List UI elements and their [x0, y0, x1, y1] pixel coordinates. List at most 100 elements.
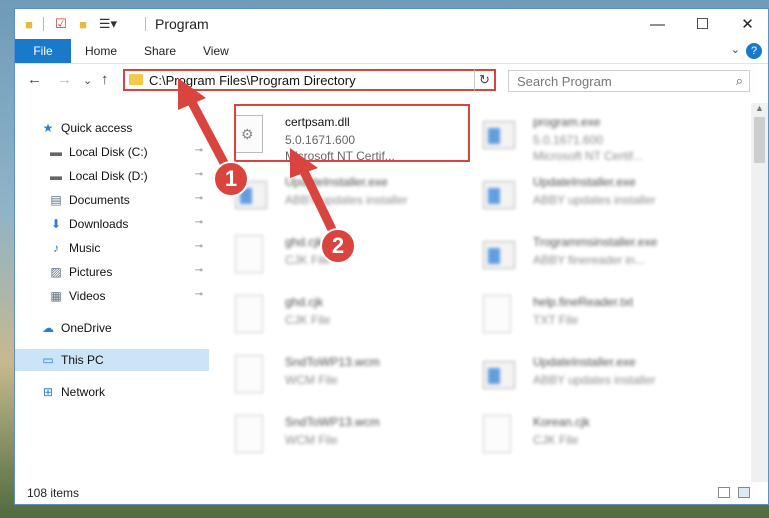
- documents-icon: ▤: [50, 193, 62, 207]
- step-marker-two: 2: [320, 228, 356, 264]
- file-item[interactable]: help.fineReader.txt TXT File: [471, 289, 711, 347]
- new-folder-icon[interactable]: ■: [75, 16, 91, 32]
- sidebar-item[interactable]: ★ Quick access: [15, 117, 209, 139]
- sidebar-item-label: Music: [69, 241, 101, 255]
- file-item[interactable]: Trogrammsinstaller.exe ABBY finereader in…: [471, 229, 711, 287]
- file-item[interactable]: SndToWP13.wcm WCM File: [223, 409, 463, 467]
- download-icon: ⬇: [50, 217, 62, 231]
- pin-icon: ⊸: [194, 265, 203, 276]
- sidebar-item-label: Videos: [69, 289, 106, 303]
- cloud-icon: ☁: [42, 321, 54, 335]
- sidebar-item-label: Local Disk (D:): [69, 169, 148, 183]
- sidebar-item[interactable]: ▤ Documents ⊸: [15, 189, 209, 211]
- minimize-button[interactable]: —: [635, 9, 680, 39]
- tab-view[interactable]: View: [203, 44, 229, 58]
- sidebar-item[interactable]: ⊞ Network: [15, 381, 209, 403]
- star-icon: ★: [42, 121, 54, 135]
- file-name: Korean.cjk: [533, 415, 590, 429]
- file-detail: ABBY updates installer: [533, 373, 656, 387]
- tab-home[interactable]: Home: [85, 44, 117, 58]
- file-detail: ABBY updates installer: [533, 193, 656, 207]
- file-name: UpdateInstaller.exe: [533, 175, 636, 189]
- file-item[interactable]: Korean.cjk CJK File: [471, 409, 711, 467]
- pictures-icon: ▨: [50, 265, 62, 279]
- close-button[interactable]: ✕: [725, 9, 768, 39]
- sidebar-item[interactable]: ▬ Local Disk (C:) ⊸: [15, 141, 209, 163]
- sidebar-item[interactable]: ▦ Videos ⊸: [15, 285, 209, 307]
- file-detail: CJK File: [285, 313, 331, 327]
- properties-icon[interactable]: ☑: [53, 16, 69, 32]
- sidebar-item[interactable]: ⬇ Downloads ⊸: [15, 213, 209, 235]
- file-item[interactable]: program.exe 5.0.1671.600 Microsoft NT Cert…: [471, 109, 711, 167]
- sidebar-item-label: Quick access: [61, 121, 133, 135]
- pin-icon: ⊸: [194, 193, 203, 204]
- scroll-up-icon[interactable]: ▲: [755, 103, 764, 113]
- file-detail: WCM File: [285, 373, 338, 387]
- customize-quick-access-icon[interactable]: ☰▾: [97, 16, 119, 32]
- help-icon[interactable]: ?: [746, 43, 762, 59]
- document-file-icon: [235, 355, 267, 397]
- pin-icon: ⊸: [194, 289, 203, 300]
- vertical-scrollbar[interactable]: ▲: [751, 103, 768, 483]
- recent-locations-button[interactable]: ⌄: [83, 74, 92, 87]
- sidebar-item[interactable]: ▬ Local Disk (D:) ⊸: [15, 165, 209, 187]
- file-name: Trogrammsinstaller.exe: [533, 235, 658, 249]
- file-name: UpdateInstaller.exe: [533, 355, 636, 369]
- file-item[interactable]: UpdateInstaller.exe ABBY updates installe…: [471, 169, 711, 227]
- sidebar-item[interactable]: ▨ Pictures ⊸: [15, 261, 209, 283]
- search-input[interactable]: Search Program ⌕: [508, 70, 750, 92]
- scrollbar-thumb[interactable]: [754, 117, 765, 163]
- refresh-button[interactable]: ↻: [474, 69, 496, 91]
- sidebar-item-label: Downloads: [69, 217, 129, 231]
- address-bar[interactable]: C:\Program Files\Program Directory ⌄: [123, 69, 495, 91]
- title-separator: [145, 17, 146, 31]
- folder-icon: ■: [25, 16, 33, 32]
- file-item[interactable]: UpdateInstaller.exe ABBY updates installe…: [471, 349, 711, 407]
- sidebar-item[interactable]: ☁ OneDrive: [15, 317, 209, 339]
- drive-icon: ▬: [50, 145, 62, 159]
- maximize-button[interactable]: ☐: [680, 9, 725, 39]
- up-button[interactable]: ↑: [101, 71, 109, 88]
- file-item[interactable]: ghd.cjk CJK File: [223, 289, 463, 347]
- document-file-icon: [483, 295, 515, 337]
- sidebar-item-label: Network: [61, 385, 106, 399]
- exe-file-icon: [483, 115, 515, 157]
- file-item[interactable]: UpdateInstaller.exe ABBY updates installe…: [223, 169, 463, 227]
- file-item[interactable]: SndToWP13.wcm WCM File: [223, 349, 463, 407]
- file-name: program.exe: [533, 115, 601, 129]
- step-marker-one: 1: [213, 161, 249, 197]
- title-bar: ■ ☑ ■ ☰▾ Program — ☐ ✕: [15, 9, 768, 39]
- file-name: SndToWP13.wcm: [285, 415, 380, 429]
- navigation-pane: ★ Quick access ▬ Local Disk (C:) ⊸ ▬ Local Dis…: [15, 105, 209, 485]
- details-view-icon[interactable]: [718, 487, 730, 498]
- search-icon: ⌕: [735, 73, 743, 88]
- computer-icon: ▭: [42, 353, 54, 367]
- sidebar-item-label: OneDrive: [61, 321, 112, 335]
- large-icons-view-icon[interactable]: [738, 487, 750, 498]
- back-button[interactable]: ←: [27, 71, 42, 88]
- search-placeholder: Search Program: [517, 74, 612, 89]
- sidebar-item-label: Documents: [69, 193, 130, 207]
- sidebar-item[interactable]: ♪ Music ⊸: [15, 237, 209, 259]
- sidebar-item-label: Pictures: [69, 265, 113, 279]
- pin-icon: ⊸: [194, 217, 203, 228]
- file-detail: CJK File: [533, 433, 579, 447]
- file-detail: 5.0.1671.600: [533, 133, 604, 147]
- pin-icon: ⊸: [194, 169, 203, 180]
- videos-icon: ▦: [50, 289, 62, 303]
- tab-share[interactable]: Share: [144, 44, 176, 58]
- address-path[interactable]: C:\Program Files\Program Directory: [149, 73, 356, 88]
- exe-file-icon: [483, 235, 515, 277]
- file-name: SndToWP13.wcm: [285, 355, 380, 369]
- sidebar-item[interactable]: ▭ This PC: [15, 349, 209, 371]
- file-detail: ABBY updates installer: [285, 193, 408, 207]
- tab-file[interactable]: File: [15, 39, 71, 63]
- exe-file-icon: [483, 355, 515, 397]
- status-bar: 108 items: [15, 482, 768, 504]
- forward-button[interactable]: →: [57, 71, 72, 88]
- document-file-icon: [235, 235, 267, 277]
- expand-ribbon-icon[interactable]: ⌄: [731, 43, 740, 56]
- navigation-bar: ← → ⌄ ↑ C:\Program Files\Program Directo…: [15, 65, 768, 95]
- file-name: UpdateInstaller.exe: [285, 175, 388, 189]
- pin-icon: ⊸: [194, 241, 203, 252]
